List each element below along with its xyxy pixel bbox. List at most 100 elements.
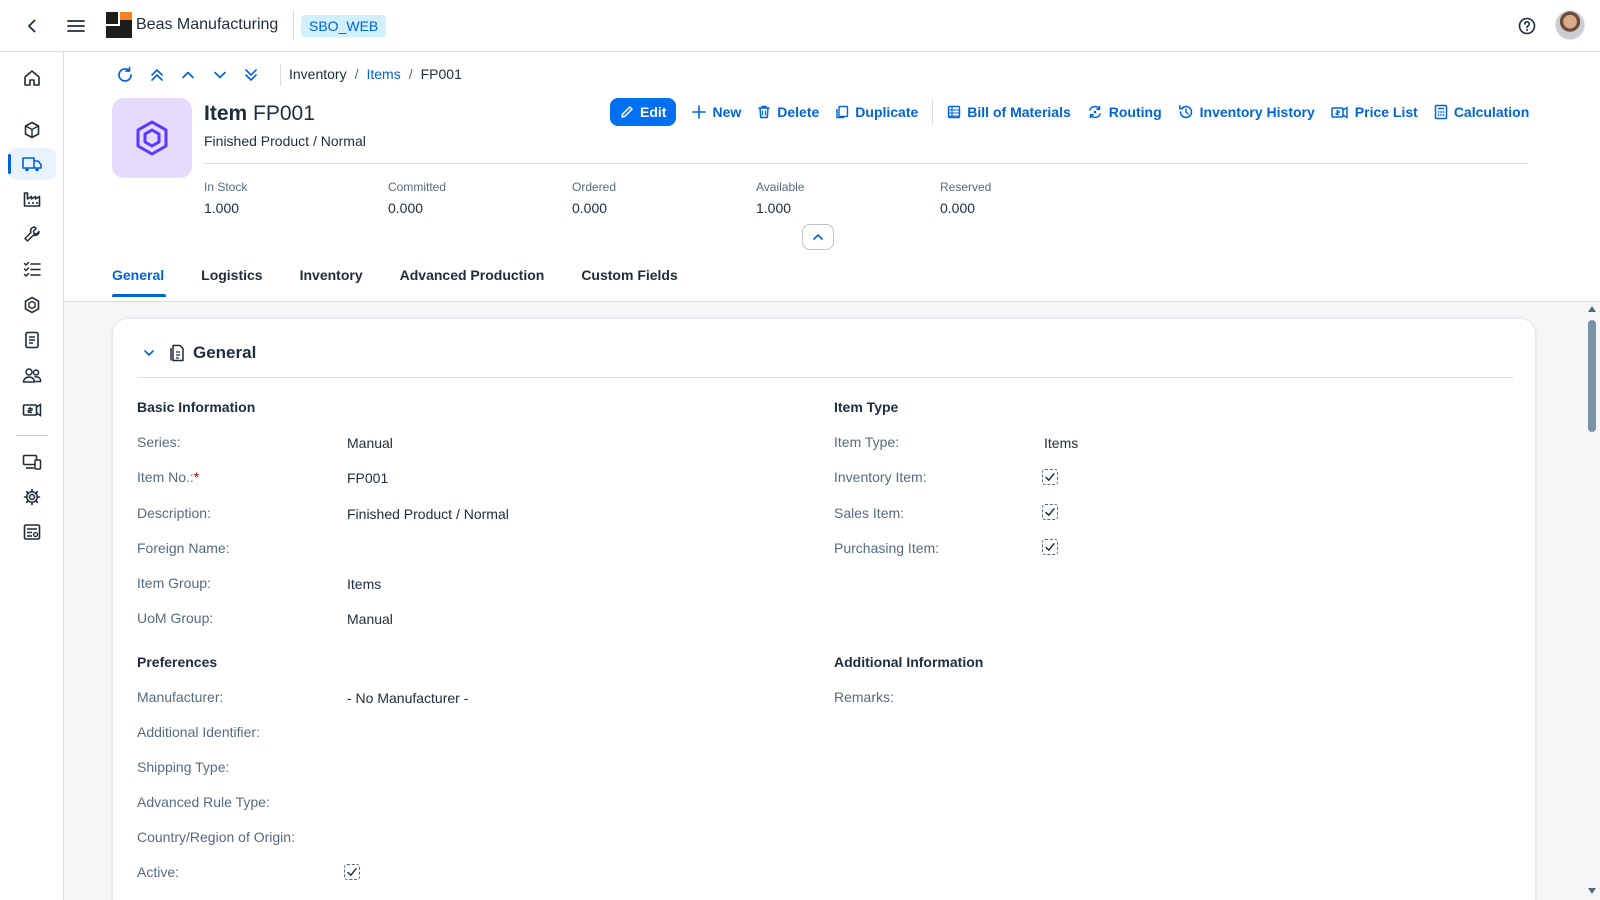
new-button[interactable]: New — [684, 98, 749, 126]
duplicate-button[interactable]: Duplicate — [827, 98, 926, 126]
required-marker: * — [193, 469, 200, 485]
manufacturer-label: Manufacturer: — [137, 689, 224, 705]
breadcrumb-separator: / — [408, 66, 413, 82]
group-item-type: Item Type — [834, 399, 899, 415]
back-icon[interactable] — [22, 16, 42, 36]
active-checkbox — [344, 864, 360, 880]
checkmark-icon — [1045, 543, 1055, 551]
nav-hexagon-icon[interactable] — [8, 289, 56, 321]
group-additional-information: Additional Information — [834, 654, 984, 670]
last-record-icon[interactable] — [239, 63, 263, 87]
user-avatar[interactable] — [1555, 10, 1585, 40]
side-navigation — [0, 52, 64, 900]
kpi-committed: Committed 0.000 — [388, 180, 572, 216]
tab-custom-fields[interactable]: Custom Fields — [581, 257, 677, 297]
nav-truck-icon[interactable] — [8, 148, 56, 180]
brand-logo-icon[interactable] — [106, 12, 132, 38]
inventory-history-button[interactable]: Inventory History — [1170, 98, 1323, 126]
header-divider — [204, 163, 1528, 164]
refresh-icon[interactable] — [113, 63, 137, 87]
section-collapse-icon[interactable] — [137, 341, 161, 365]
sales-item-checkbox — [1042, 504, 1058, 520]
scroll-up-arrow-icon[interactable] — [1588, 306, 1596, 312]
nav-checklist-icon[interactable] — [8, 253, 56, 285]
kpi-in-stock: In Stock 1.000 — [204, 180, 388, 216]
kpi-row: In Stock 1.000 Committed 0.000 Ordered 0… — [204, 180, 1124, 216]
tab-advanced-production[interactable]: Advanced Production — [400, 257, 545, 297]
tab-inventory[interactable]: Inventory — [300, 257, 363, 297]
nav-document-icon[interactable] — [8, 324, 56, 356]
kpi-reserved: Reserved 0.000 — [940, 180, 1124, 216]
pencil-icon — [621, 106, 633, 118]
next-record-icon[interactable] — [208, 63, 232, 87]
calculation-label: Calculation — [1453, 104, 1530, 120]
series-label: Series: — [137, 434, 181, 450]
nav-home-icon[interactable] — [8, 62, 56, 94]
inventory-item-checkbox — [1042, 469, 1058, 485]
bill-of-materials-button[interactable]: Bill of Materials — [939, 98, 1078, 126]
purchasing-item-checkbox — [1042, 539, 1058, 555]
first-record-icon[interactable] — [145, 63, 169, 87]
description-value: Finished Product / Normal — [347, 506, 509, 522]
vertical-scrollbar[interactable] — [1584, 304, 1600, 900]
breadcrumb-current: FP001 — [420, 66, 462, 82]
kpi-value: 0.000 — [940, 200, 976, 216]
manufacturer-value: - No Manufacturer - — [347, 690, 469, 706]
title-object-id: FP001 — [253, 102, 315, 125]
kpi-label: Available — [756, 180, 805, 194]
delete-button[interactable]: Delete — [749, 98, 827, 126]
routing-label: Routing — [1108, 104, 1162, 120]
description-label: Description: — [137, 505, 211, 521]
help-icon[interactable] — [1517, 16, 1537, 36]
breadcrumb-inventory[interactable]: Inventory — [289, 66, 347, 82]
document-icon — [170, 344, 184, 362]
nav-gear-icon[interactable] — [8, 481, 56, 513]
copy-icon — [836, 105, 849, 119]
collapse-header-button[interactable] — [802, 224, 834, 250]
uom-group-value: Manual — [347, 611, 393, 627]
nav-people-icon[interactable] — [8, 359, 56, 391]
scrollbar-thumb[interactable] — [1588, 320, 1596, 432]
price-tag-icon — [1331, 106, 1348, 119]
nav-pricing-icon[interactable] — [8, 394, 56, 426]
page-subtitle: Finished Product / Normal — [204, 133, 366, 149]
group-basic-information: Basic Information — [137, 399, 256, 415]
nav-report-icon[interactable] — [8, 516, 56, 548]
tab-general[interactable]: General — [112, 257, 167, 297]
scroll-down-arrow-icon[interactable] — [1588, 888, 1596, 894]
bom-label: Bill of Materials — [967, 104, 1071, 120]
toolbar-divider — [280, 64, 281, 86]
section-divider — [137, 377, 1513, 378]
nav-factory-icon[interactable] — [8, 183, 56, 215]
active-label: Active: — [137, 864, 180, 880]
shell-divider — [293, 10, 294, 41]
item-no-label: Item No.:* — [137, 469, 199, 485]
price-list-button[interactable]: Price List — [1323, 98, 1426, 126]
calculation-button[interactable]: Calculation — [1426, 98, 1537, 126]
routing-icon — [1089, 105, 1101, 119]
shell-bar: Beas Manufacturing SBO_WEB — [0, 0, 1600, 52]
history-icon — [1178, 105, 1192, 119]
nav-device-icon[interactable] — [8, 446, 56, 478]
sales-item-label: Sales Item: — [834, 505, 905, 521]
brand-name[interactable]: Beas Manufacturing — [136, 16, 278, 34]
uom-group-label: UoM Group: — [137, 610, 214, 626]
breadcrumb-items-link[interactable]: Items — [366, 66, 400, 82]
kpi-value: 0.000 — [388, 200, 424, 216]
kpi-label: In Stock — [204, 180, 248, 194]
duplicate-label: Duplicate — [855, 104, 919, 120]
object-avatar — [112, 98, 192, 178]
routing-button[interactable]: Routing — [1079, 98, 1170, 126]
header-actions: Edit New Delete Duplicate Bill of Materi… — [610, 98, 1537, 126]
tab-bar: General Logistics Inventory Advanced Pro… — [112, 257, 715, 297]
nav-cubes-icon[interactable] — [8, 114, 56, 146]
list-table-icon — [948, 105, 961, 119]
item-no-value: FP001 — [347, 470, 389, 486]
hamburger-menu-icon[interactable] — [66, 16, 86, 36]
general-section-card: General Basic Information Series: Manual… — [112, 318, 1536, 900]
checkmark-icon — [347, 868, 357, 876]
edit-button[interactable]: Edit — [610, 98, 677, 126]
tab-logistics[interactable]: Logistics — [201, 257, 262, 297]
nav-wrench-icon[interactable] — [8, 218, 56, 250]
previous-record-icon[interactable] — [176, 63, 200, 87]
